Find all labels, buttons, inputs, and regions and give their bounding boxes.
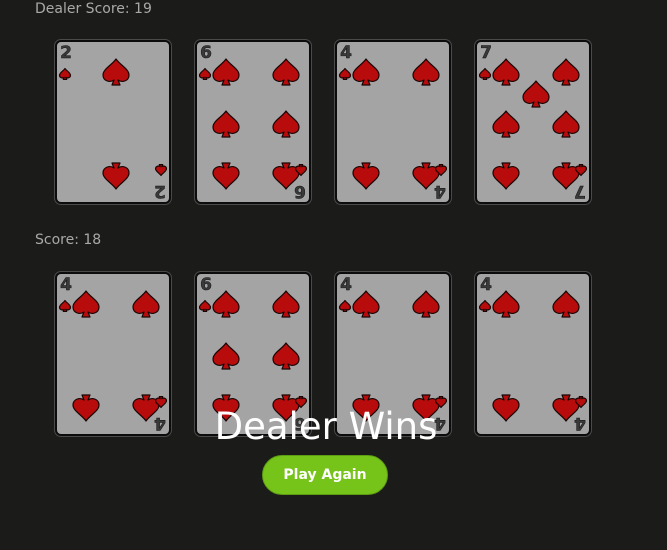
spade-pip-icon — [522, 80, 550, 108]
spade-pip-icon — [412, 290, 440, 318]
corner-spade-icon — [58, 299, 72, 313]
spade-pip-icon — [352, 162, 380, 190]
card-pips — [198, 58, 308, 190]
spade-pip-icon — [102, 58, 130, 86]
spade-pip-icon — [492, 290, 520, 318]
dealer-card-2: 66 — [195, 40, 311, 204]
spade-pip-icon — [102, 162, 130, 190]
spade-pip-icon — [492, 110, 520, 138]
corner-spade-icon — [338, 67, 352, 81]
dealer-card-4: 77 — [475, 40, 591, 204]
card-rank: 6 — [294, 181, 306, 202]
spade-pip-icon — [492, 58, 520, 86]
dealer-card-3: 44 — [335, 40, 451, 204]
result-message: Dealer Wins — [214, 405, 438, 448]
corner-spade-icon — [338, 299, 352, 313]
card-corner-bottom: 6 — [292, 181, 308, 202]
spade-pip-icon — [272, 290, 300, 318]
corner-spade-icon — [198, 299, 212, 313]
card-pips — [338, 58, 448, 190]
card-rank: 6 — [200, 43, 212, 63]
spade-pip-icon — [352, 58, 380, 86]
spade-pip-icon — [552, 58, 580, 86]
spade-pip-icon — [412, 58, 440, 86]
corner-spade-icon — [198, 67, 212, 81]
corner-spade-icon — [478, 67, 492, 81]
card-corner-top: 4 — [338, 43, 354, 63]
card-corner-bottom: 7 — [572, 181, 588, 202]
spade-pip-icon — [212, 290, 240, 318]
corner-spade-icon — [154, 163, 168, 177]
card-corner-bottom: 4 — [432, 181, 448, 202]
dealer-score: Dealer Score: 19 — [35, 1, 152, 17]
spade-pip-icon — [272, 110, 300, 138]
spade-pip-icon — [272, 58, 300, 86]
card-corner-top: 4 — [478, 275, 494, 295]
card-pips — [478, 58, 588, 190]
corner-spade-icon — [58, 67, 72, 81]
card-rank: 2 — [60, 43, 72, 63]
card-rank: 6 — [200, 275, 212, 295]
card-corner-top: 4 — [58, 275, 74, 295]
player-score: Score: 18 — [35, 232, 102, 248]
card-pips — [58, 58, 168, 190]
game-table: Dealer Score: 19 22664477 Score: 18 4466… — [0, 0, 667, 550]
card-rank: 4 — [340, 275, 352, 295]
spade-pip-icon — [492, 162, 520, 190]
card-corner-bottom: 2 — [152, 181, 168, 202]
card-rank: 7 — [574, 181, 586, 202]
spade-pip-icon — [212, 162, 240, 190]
card-rank: 2 — [154, 181, 166, 202]
card-corner-top: 6 — [198, 43, 214, 63]
spade-pip-icon — [352, 290, 380, 318]
spade-pip-icon — [212, 342, 240, 370]
spade-pip-icon — [552, 110, 580, 138]
card-corner-top: 2 — [58, 43, 74, 63]
card-corner-top: 6 — [198, 275, 214, 295]
play-again-button[interactable]: Play Again — [262, 455, 388, 495]
card-corner-top: 7 — [478, 43, 494, 63]
dealer-card-1: 22 — [55, 40, 171, 204]
spade-pip-icon — [132, 290, 160, 318]
card-rank: 4 — [60, 275, 72, 295]
card-rank: 4 — [480, 275, 492, 295]
card-rank: 7 — [480, 43, 492, 63]
spade-pip-icon — [552, 290, 580, 318]
spade-pip-icon — [212, 110, 240, 138]
card-rank: 4 — [340, 43, 352, 63]
card-rank: 4 — [434, 181, 446, 202]
spade-pip-icon — [212, 58, 240, 86]
corner-spade-icon — [478, 299, 492, 313]
spade-pip-icon — [272, 342, 300, 370]
spade-pip-icon — [72, 290, 100, 318]
card-corner-top: 4 — [338, 275, 354, 295]
